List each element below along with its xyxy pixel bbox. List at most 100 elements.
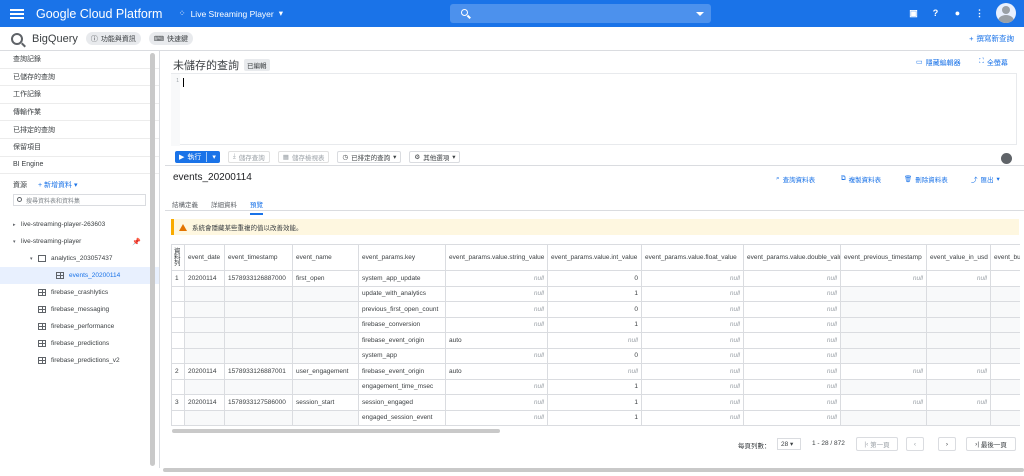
table-cell[interactable] [292,285,359,302]
more-options-button[interactable]: ⚙ 其他選項 ▾ [409,151,461,163]
table-cell[interactable]: null [445,394,548,411]
tree-item[interactable]: firebase_predictions_v2 [0,352,159,369]
features-button[interactable]: ⓘ 功能與資訊 [85,32,141,45]
table-cell[interactable] [292,347,359,364]
table-cell[interactable] [840,409,927,426]
menu-icon[interactable] [10,8,24,19]
tab-preview[interactable]: 預覽 [250,199,263,215]
table-cell[interactable] [926,301,991,318]
table-cell[interactable] [171,347,185,364]
table-cell[interactable] [990,378,1020,395]
table-cell[interactable]: user_engagement [292,363,359,380]
sidebar-nav-item[interactable]: 傳輸作業 [0,104,159,122]
query-table-button[interactable]: ⌕ 查詢資料表 [776,174,815,184]
table-cell[interactable]: null [641,394,744,411]
table-cell[interactable] [990,285,1020,302]
table-cell[interactable] [171,285,185,302]
table-cell[interactable] [990,332,1020,349]
table-cell[interactable] [184,409,225,426]
table-cell[interactable]: null [641,270,744,287]
table-cell[interactable]: null [743,378,841,395]
table-cell[interactable] [184,316,225,333]
preview-table[interactable]: 資料列 event_date event_timestamp event_name ev… [171,244,1020,427]
table-cell[interactable] [292,378,359,395]
table-row[interactable]: 2 20200114 1578933126887001 user_engagement… [171,363,1020,380]
table-cell[interactable]: null [641,409,744,426]
table-cell[interactable]: null [840,270,927,287]
chevron-down-icon[interactable]: ▾ [212,153,216,161]
sidebar-nav-item[interactable]: 工作記錄 [0,86,159,104]
table-cell[interactable]: firebase_event_origin [358,363,446,380]
table-cell[interactable]: null [445,347,548,364]
caret-down-icon[interactable]: ▾ [13,239,21,245]
table-cell[interactable]: system_app [358,347,446,364]
table-cell[interactable]: null [743,316,841,333]
table-cell[interactable] [840,378,927,395]
table-row[interactable]: 3 20200114 1578933127586000 session_start se… [171,394,1020,411]
table-cell[interactable] [224,316,293,333]
sidebar-scrollbar[interactable] [150,53,155,466]
table-cell[interactable] [926,332,991,349]
shortcuts-button[interactable]: ⌨ 快速鍵 [148,32,193,45]
save-view-button[interactable]: ▦ 儲存檢視表 [277,151,330,163]
table-cell[interactable]: auto [445,363,548,380]
table-cell[interactable] [171,332,185,349]
table-cell[interactable] [184,347,225,364]
table-cell[interactable]: null [641,316,744,333]
table-cell[interactable]: 0 [547,301,642,318]
table-cell[interactable] [926,347,991,364]
table-cell[interactable]: 0 [547,270,642,287]
table-cell[interactable]: null [445,378,548,395]
table-cell[interactable] [292,316,359,333]
table-cell[interactable] [840,332,927,349]
table-cell[interactable]: 20200114 [184,394,225,411]
sidebar-nav-item[interactable]: BI Engine [0,157,159,175]
table-row[interactable]: update_with_analytics null 1 null null [171,285,1020,302]
table-cell[interactable]: system_app_update [358,270,446,287]
table-cell[interactable] [926,378,991,395]
table-cell[interactable] [840,301,927,318]
table-cell[interactable] [990,347,1020,364]
project-selector[interactable]: ⁘ Live Streaming Player ▾ [178,8,283,19]
table-cell[interactable] [990,363,1020,380]
table-row[interactable]: firebase_conversion null 1 null null [171,316,1020,333]
notifications-icon[interactable]: ● [952,8,963,19]
run-button[interactable]: ▶ 執行 ▾ [175,151,220,163]
tree-item[interactable]: ▸ live-streaming-player-263603 [0,216,159,233]
prev-page-button[interactable]: ‹ [906,437,924,451]
table-cell[interactable] [224,347,293,364]
table-cell[interactable]: null [743,301,841,318]
table-cell[interactable] [224,285,293,302]
table-cell[interactable]: null [743,270,841,287]
table-cell[interactable]: null [445,409,548,426]
table-cell[interactable]: 3 [171,394,185,411]
table-cell[interactable] [840,347,927,364]
table-cell[interactable]: 1 [547,394,642,411]
export-button[interactable]: ⤴ 匯出 ▾ [971,174,1000,184]
tree-item[interactable]: ▾ analytics_203057437 [0,250,159,267]
table-cell[interactable] [990,270,1020,287]
table-cell[interactable]: 1 [547,285,642,302]
table-cell[interactable] [292,332,359,349]
table-cell[interactable] [171,378,185,395]
avatar[interactable] [996,3,1016,23]
table-cell[interactable]: null [445,316,548,333]
table-cell[interactable] [990,394,1020,411]
table-cell[interactable]: null [926,394,991,411]
table-cell[interactable] [990,316,1020,333]
table-cell[interactable] [184,285,225,302]
table-cell[interactable]: null [641,285,744,302]
table-row[interactable]: engagement_time_msec null 1 null null [171,378,1020,395]
table-cell[interactable]: update_with_analytics [358,285,446,302]
panel-splitter[interactable] [165,165,1024,167]
table-cell[interactable] [990,301,1020,318]
table-cell[interactable]: firebase_event_origin [358,332,446,349]
rows-per-page-select[interactable]: 28 ▾ [777,438,801,450]
tree-item[interactable]: events_20200114 [0,267,159,285]
table-cell[interactable]: previous_first_open_count [358,301,446,318]
schedule-query-button[interactable]: ◷ 已排定的查詢 ▾ [337,151,402,163]
tab-details[interactable]: 詳細資料 [211,199,237,215]
table-cell[interactable]: null [840,363,927,380]
pin-icon[interactable]: 📌 [132,238,141,246]
status-indicator-icon[interactable] [1001,153,1012,164]
